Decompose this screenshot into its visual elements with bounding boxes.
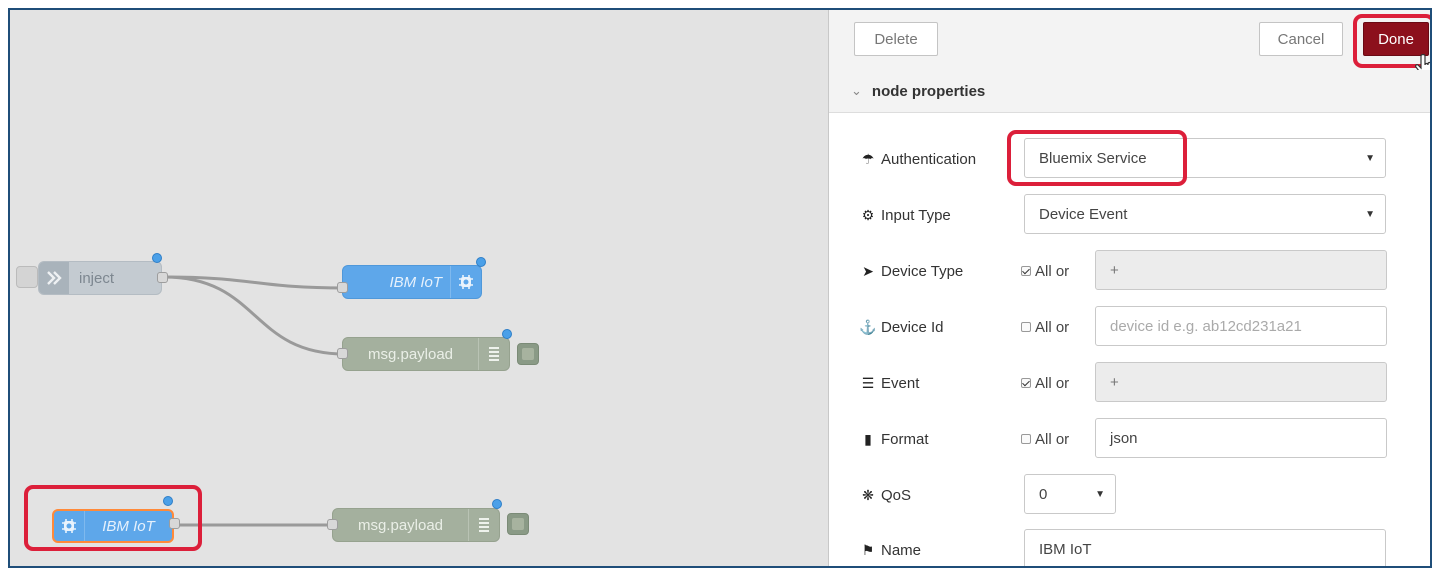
inject-node-label: inject: [79, 269, 115, 287]
list-icon: [468, 509, 499, 541]
rocket-icon: ➤: [862, 262, 874, 279]
format-all-label: All or: [1035, 430, 1070, 448]
umbrella-icon: ☂: [861, 150, 875, 167]
highlight-authentication: [1007, 130, 1187, 186]
tasks-icon: ☰: [861, 374, 875, 391]
caret-down-icon: ▼: [1365, 208, 1375, 220]
event-all-checkbox[interactable]: [1021, 378, 1031, 388]
name-input[interactable]: IBM IoT: [1024, 529, 1386, 566]
device-id-row: ⚓ Device Id All or device id e.g. ab12cd2…: [829, 306, 1430, 348]
device-type-label: Device Type: [881, 262, 964, 280]
inject-output-port[interactable]: [157, 272, 168, 283]
cancel-button[interactable]: Cancel: [1259, 22, 1343, 56]
input-type-row: ⚙ Input Type Device Event ▼: [829, 194, 1430, 236]
format-label: Format: [881, 430, 929, 448]
node-properties-header[interactable]: ⌄ node properties: [829, 70, 1430, 113]
device-type-all-label: All or: [1035, 262, 1070, 280]
format-row: ▮ Format All or json: [829, 418, 1430, 460]
input-type-label: Input Type: [881, 206, 951, 224]
qos-value: 0: [1039, 485, 1048, 503]
qos-select[interactable]: 0 ▼: [1024, 474, 1116, 514]
file-icon: ▮: [864, 430, 872, 447]
tag-icon: ⚑: [861, 541, 875, 558]
caret-down-icon: ▼: [1365, 152, 1375, 164]
debug-node-bottom-label: msg.payload: [357, 516, 444, 534]
ibm-iot-out-node[interactable]: IBM IoT: [342, 265, 482, 299]
edit-tray: Delete Cancel Done ⌄ node properties ☂ Au…: [828, 10, 1430, 566]
ibm-iot-out-changed-dot: [476, 257, 486, 267]
debug-node-top[interactable]: msg.payload: [342, 337, 510, 371]
debug-node-top-label: msg.payload: [367, 345, 454, 363]
format-input[interactable]: json: [1095, 418, 1387, 458]
cogs-icon: ⚙: [861, 206, 875, 223]
input-type-value: Device Event: [1039, 205, 1128, 223]
device-id-all-checkbox[interactable]: [1021, 322, 1031, 332]
event-row: ☰ Event All or +: [829, 362, 1430, 404]
node-properties-title: node properties: [871, 82, 986, 100]
event-label: Event: [881, 374, 920, 392]
inject-arrow-icon: [39, 262, 69, 294]
device-type-all-checkbox[interactable]: [1021, 266, 1031, 276]
qos-row: ❋ QoS 0 ▼: [829, 474, 1430, 516]
debug-top-toggle-button[interactable]: [517, 343, 539, 365]
event-value: +: [1110, 373, 1119, 391]
ibm-iot-out-label: IBM IoT: [389, 273, 442, 291]
asterisk-icon: ❋: [862, 486, 874, 503]
authentication-label: Authentication: [881, 150, 977, 168]
delete-button[interactable]: Delete: [854, 22, 938, 56]
device-id-input[interactable]: device id e.g. ab12cd231a21: [1095, 306, 1387, 346]
format-all-checkbox[interactable]: [1021, 434, 1031, 444]
tray-toolbar: Delete Cancel Done: [829, 10, 1430, 76]
chevron-down-icon: ⌄: [851, 83, 862, 98]
list-icon: [478, 338, 509, 370]
name-label: Name: [881, 541, 922, 559]
device-type-row: ➤ Device Type All or +: [829, 250, 1430, 292]
debug-bottom-input-port[interactable]: [327, 519, 338, 530]
debug-bottom-toggle-button[interactable]: [507, 513, 529, 535]
debug-node-bottom[interactable]: msg.payload: [332, 508, 500, 542]
highlight-ibm-iot-node: [24, 485, 202, 551]
ibm-iot-out-input-port[interactable]: [337, 282, 348, 293]
device-type-value: +: [1110, 261, 1119, 279]
input-type-select[interactable]: Device Event ▼: [1024, 194, 1386, 234]
qos-label: QoS: [881, 486, 912, 504]
device-id-all-label: All or: [1035, 318, 1070, 336]
device-type-input[interactable]: +: [1095, 250, 1387, 290]
chip-icon: [450, 266, 481, 298]
debug-top-input-port[interactable]: [337, 348, 348, 359]
event-input[interactable]: +: [1095, 362, 1387, 402]
inject-changed-dot: [152, 253, 162, 263]
inject-trigger-button[interactable]: [16, 266, 38, 288]
name-row: ⚑ Name IBM IoT: [829, 529, 1430, 566]
device-id-label: Device Id: [881, 318, 944, 336]
format-value: json: [1110, 429, 1138, 447]
anchor-icon: ⚓: [859, 318, 877, 335]
inject-node[interactable]: inject: [38, 261, 162, 295]
name-value: IBM IoT: [1039, 540, 1092, 558]
debug-bottom-changed-dot: [492, 499, 502, 509]
app-frame: inject IBM IoT msg.payload IBM IoT msg.p…: [8, 8, 1432, 568]
flow-canvas[interactable]: inject IBM IoT msg.payload IBM IoT msg.p…: [10, 10, 828, 566]
caret-down-icon: ▼: [1095, 488, 1105, 500]
debug-top-changed-dot: [502, 329, 512, 339]
device-id-placeholder: device id e.g. ab12cd231a21: [1110, 317, 1302, 335]
event-all-label: All or: [1035, 374, 1070, 392]
